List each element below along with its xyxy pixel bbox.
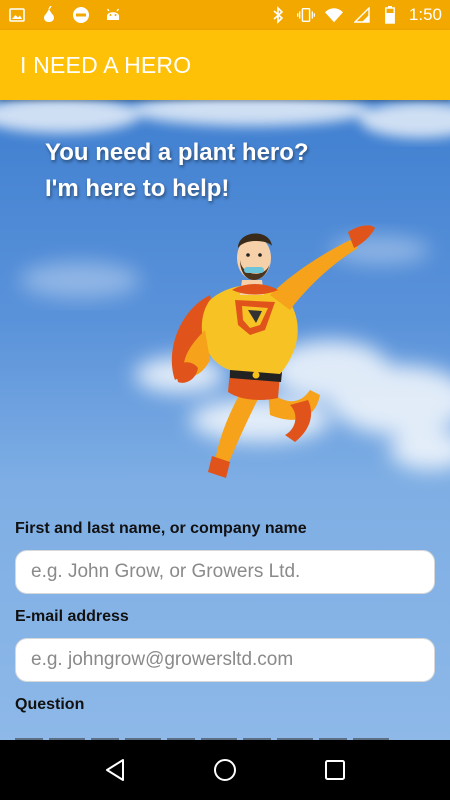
android-icon <box>104 6 122 24</box>
name-field-group: First and last name, or company name <box>15 520 435 594</box>
name-label: First and last name, or company name <box>15 520 307 537</box>
question-label: Question <box>15 696 85 713</box>
notification-icons <box>8 6 122 24</box>
question-field-group: Question <box>15 696 435 742</box>
back-button[interactable] <box>95 750 135 790</box>
app-title: I NEED A HERO <box>20 51 192 78</box>
system-icons: 1:50 <box>269 5 442 25</box>
status-bar: 1:50 <box>0 0 450 30</box>
recents-button[interactable] <box>315 750 355 790</box>
headline: You need a plant hero? I'm here to help! <box>45 135 309 207</box>
battery-icon <box>381 6 399 24</box>
signal-icon <box>353 6 371 24</box>
name-input[interactable] <box>15 550 435 594</box>
email-input[interactable] <box>15 638 435 682</box>
bluetooth-icon <box>269 6 287 24</box>
back-icon <box>106 759 124 781</box>
superhero-illustration <box>171 225 375 478</box>
pear-icon <box>40 6 58 24</box>
email-label: E-mail address <box>15 608 129 625</box>
wifi-icon <box>324 6 343 24</box>
recents-icon <box>325 760 345 780</box>
home-button[interactable] <box>205 750 245 790</box>
vibrate-icon <box>296 6 315 24</box>
headline-line-2: I'm here to help! <box>45 175 230 202</box>
navigation-bar <box>0 740 450 800</box>
headline-line-1: You need a plant hero? <box>45 139 309 166</box>
image-icon <box>8 6 26 24</box>
app-bar: I NEED A HERO <box>0 30 450 100</box>
blocked-icon <box>72 6 90 24</box>
email-field-group: E-mail address <box>15 608 435 682</box>
home-icon <box>214 759 236 781</box>
contact-form: First and last name, or company name E-m… <box>15 520 435 756</box>
clock: 1:50 <box>408 5 442 24</box>
